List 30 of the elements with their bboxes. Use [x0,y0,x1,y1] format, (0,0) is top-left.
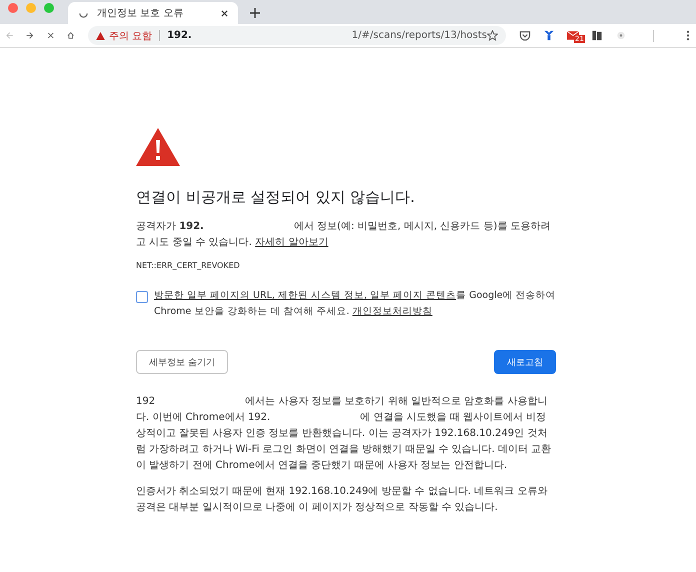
data-details-link[interactable]: 방문한 일부 페이지의 URL, 제한된 시스템 정보, 일부 페이지 콘텐츠 [154,290,456,301]
learn-more-link[interactable]: 자세히 알아보기 [255,237,328,248]
tab-title: 개인정보 보호 오류 [97,7,184,20]
warning-icon [136,128,180,166]
home-icon[interactable] [67,30,75,41]
star-icon[interactable] [487,30,498,41]
stop-icon[interactable] [46,30,54,41]
hide-details-button[interactable]: 세부정보 숨기기 [136,350,228,374]
checkbox[interactable] [136,291,148,303]
forward-arrow-icon[interactable] [26,30,34,41]
reload-button[interactable]: 새로고침 [494,350,556,374]
error-description: 공격자가 192. 에서 정보(예: 비밀번호, 메시지, 신용카드 등)를 도용하려고 시도 중일 수 있습니다. 자세히 알아보기 [136,220,552,250]
pocket-icon[interactable] [519,30,531,41]
warning-icon [96,32,105,40]
privacy-policy-link[interactable]: 개인정보처리방침 [352,306,432,317]
opt-in-text: 방문한 일부 페이지의 URL, 제한된 시스템 정보, 일부 페이지 콘텐츠를 Google에 전송하여 Chrome 보안을 강화하는 데 참여해 주세요. 개인정보처리방침 [154,289,556,319]
details-paragraph: 인증서가 취소되었기 때문에 현재 192.168.10.249에 방문할 수 없습니다. 네트워크 오류와 공격은 대부분 일시적이므로 나중에 이 페이지가 정상적으로 작동할 수 있습니다. [136,485,548,515]
menu-icon[interactable] [686,30,690,41]
new-tab-icon[interactable] [250,8,260,18]
error-code: NET::ERR_CERT_REVOKED [136,261,241,270]
book-icon[interactable] [591,30,603,41]
browser-tab[interactable]: 개인정보 보호 오류 [68,2,238,24]
close-icon[interactable] [221,10,228,16]
address-bar[interactable]: 주의 요함 192. 1/#/scans/reports/13/hosts [88,26,506,45]
details-paragraph: 192 에서는 사용자 정보를 보호하기 위해 일반적으로 암호화를 사용합니다. 이번에 Chrome에서 192. 에 연결을 시도했을 때 웹사이트에서 비정상적이고 잘못된 사용자 인증 정보를 반환했습니다. 이는 공격자가 192.168.10.249인 것처럼 가장하려고 하거나 Wi-Fi 로그인 화면이 연결을 방해했기 때문일 수 있습니다. 데이터 교환이 발생하기 전에 Chrome에서 연결을 중단했기 때문에 사용자 정보는 안전합니다. [136,395,552,473]
url-path: 1/#/scans/reports/13/hosts [352,30,487,41]
extension-icon[interactable] [615,30,627,41]
url-host: 192. [167,30,192,41]
error-heading: 연결이 비공개로 설정되어 있지 않습니다. [136,188,416,207]
security-warning[interactable]: 주의 요함 [108,28,152,42]
